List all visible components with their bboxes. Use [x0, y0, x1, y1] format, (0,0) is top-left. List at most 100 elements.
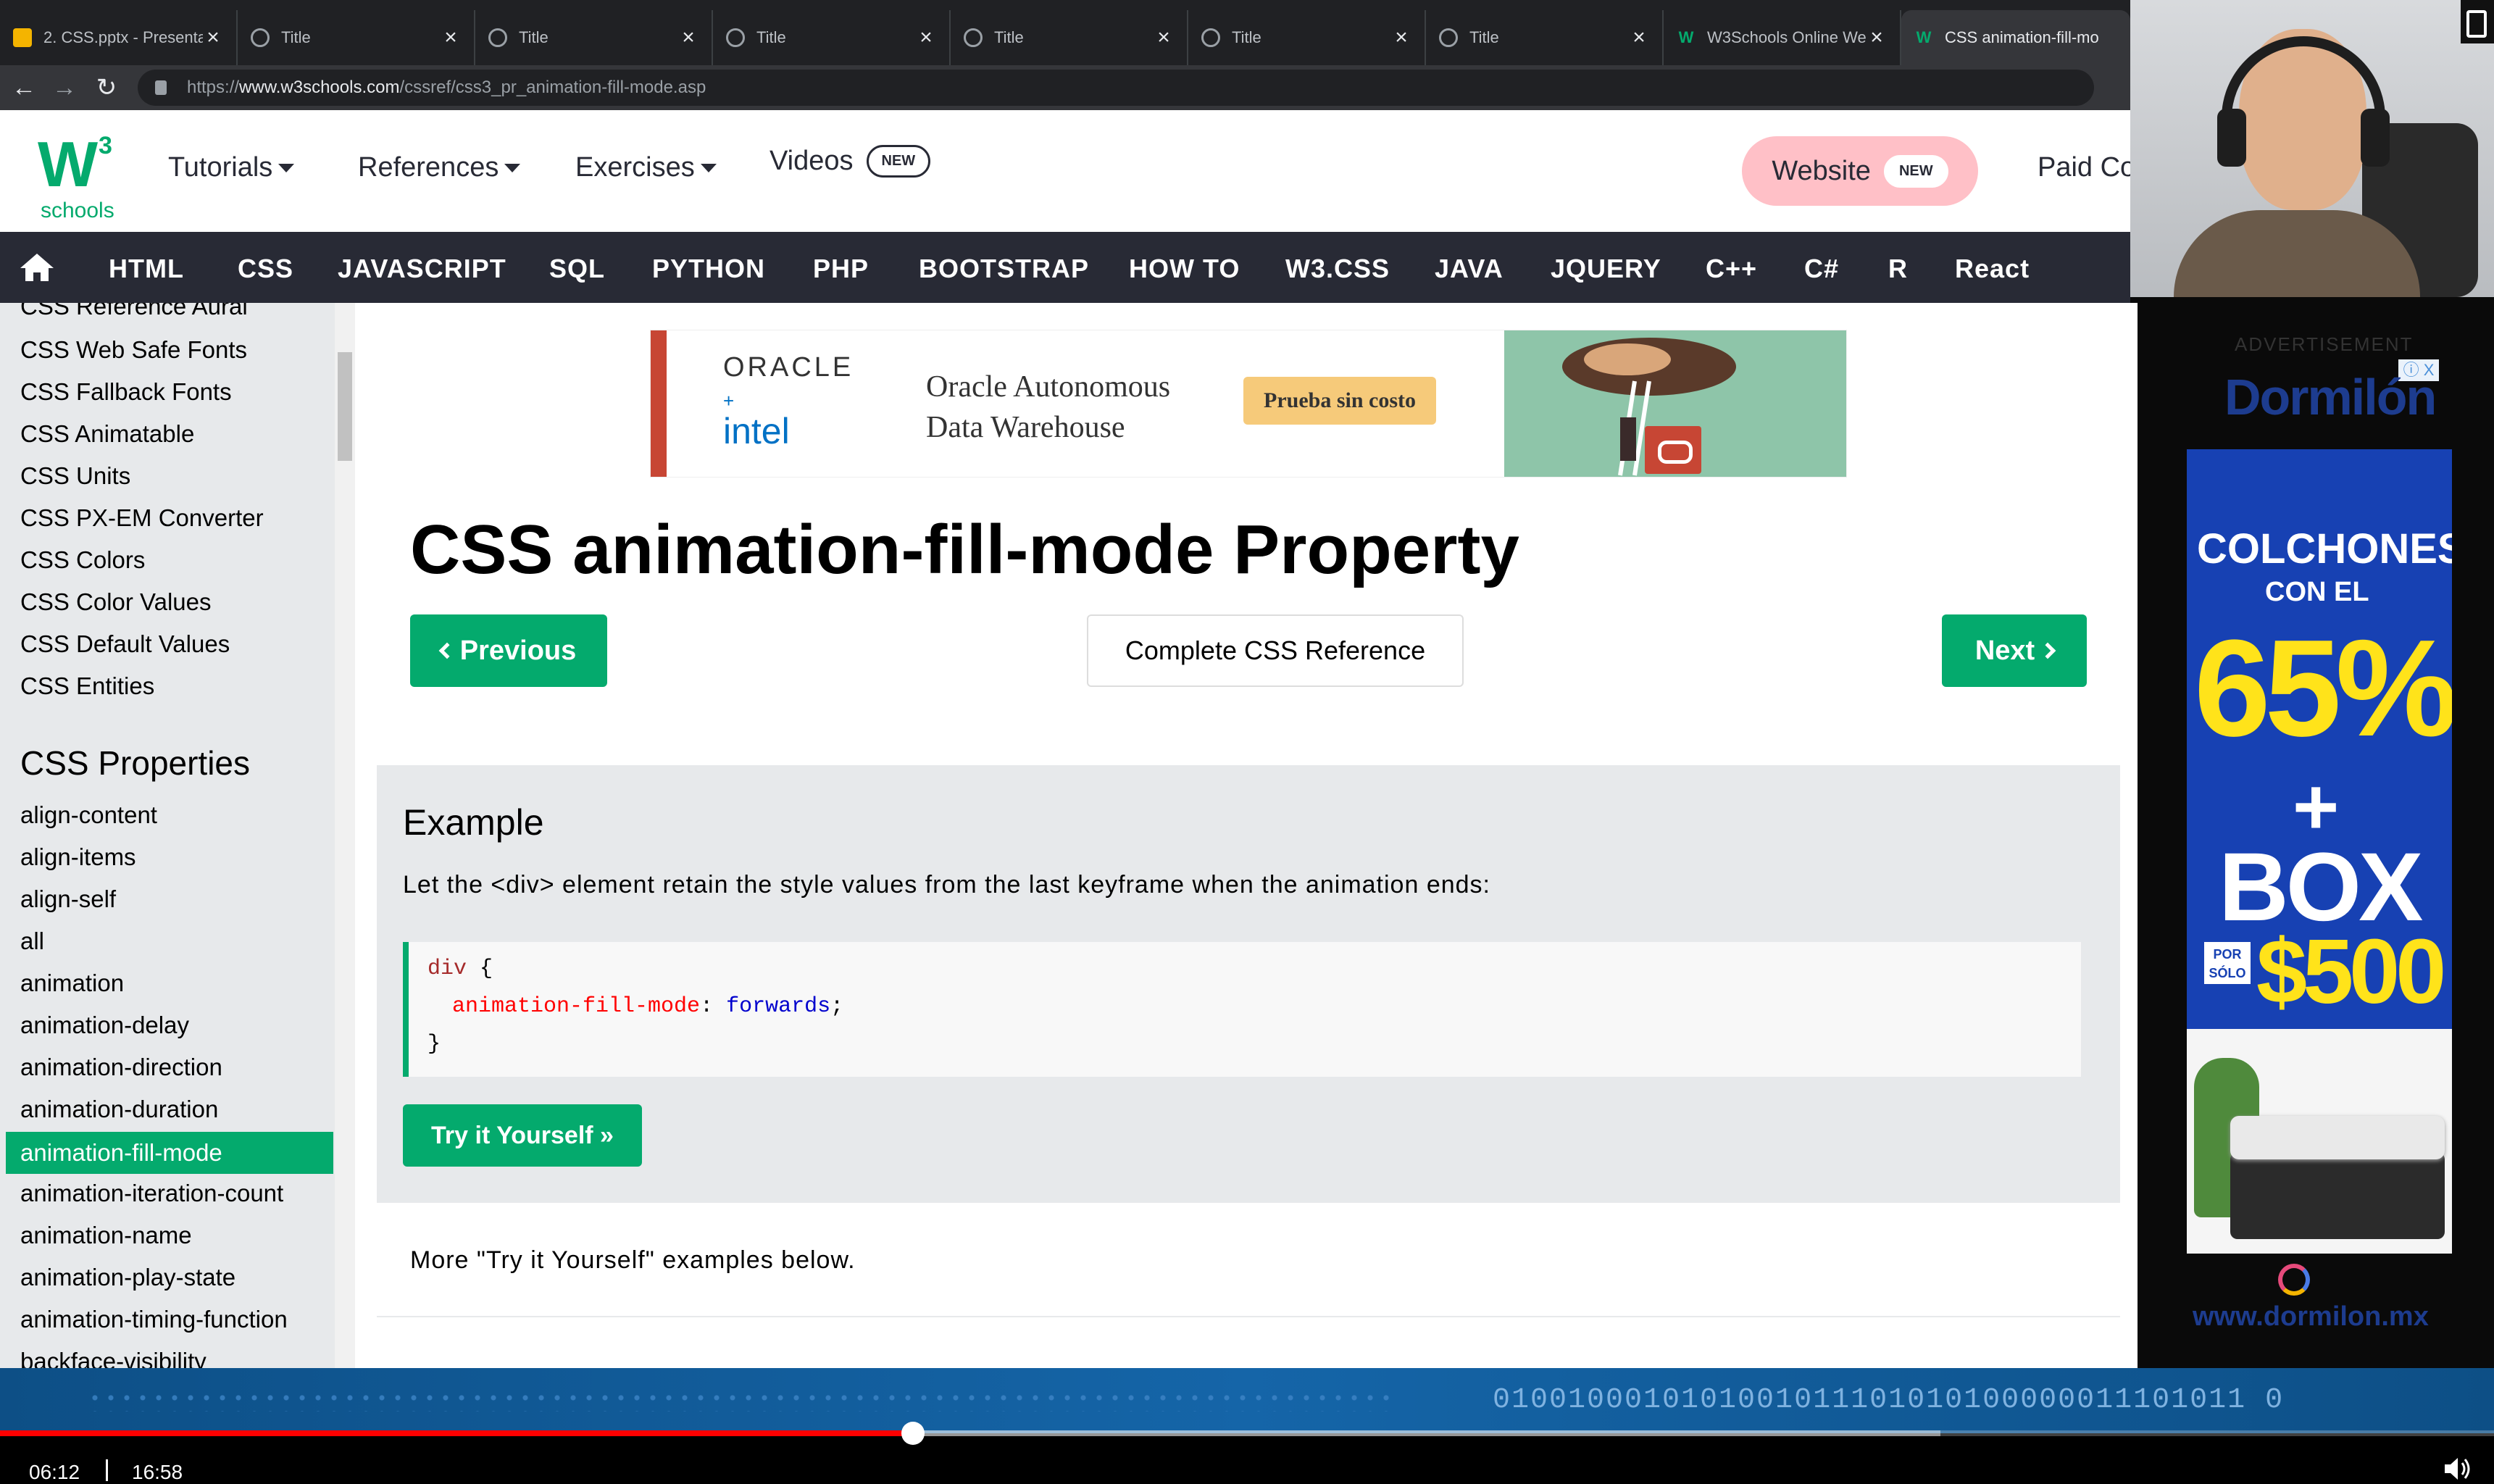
w3schools-logo[interactable]: W 3 schools: [38, 132, 117, 223]
browser-tab[interactable]: Title ×: [951, 10, 1188, 65]
close-icon[interactable]: ×: [678, 25, 698, 50]
sidebar-item[interactable]: animation-timing-function: [20, 1306, 288, 1333]
browser-tab-active[interactable]: W CSS animation-fill-mo: [1901, 10, 2130, 65]
sidebar-item[interactable]: CSS PX-EM Converter: [20, 504, 264, 532]
scrollbar-thumb[interactable]: [338, 352, 352, 461]
nav-react[interactable]: React: [1955, 254, 2030, 284]
home-icon[interactable]: [19, 252, 55, 283]
sidebar-item[interactable]: CSS Web Safe Fonts: [20, 336, 247, 364]
sidebar-item[interactable]: animation-iteration-count: [20, 1180, 283, 1207]
sidebar-item[interactable]: align-content: [20, 801, 157, 829]
forward-arrow-icon[interactable]: →: [49, 72, 80, 103]
sidebar-item[interactable]: CSS Default Values: [20, 630, 230, 658]
dormilon-logo[interactable]: Dormilón: [2224, 368, 2437, 426]
nav-w3css[interactable]: W3.CSS: [1285, 254, 1390, 284]
close-icon[interactable]: ×: [441, 25, 461, 50]
sidebar-item[interactable]: align-self: [20, 885, 116, 913]
dormilon-ad[interactable]: COLCHONES CON EL 65% + BOX POR SÓLO $500: [2187, 449, 2452, 1254]
nav-cpp[interactable]: C++: [1706, 254, 1757, 284]
nav-how-to[interactable]: HOW TO: [1129, 254, 1240, 284]
sidebar-item[interactable]: CSS Units: [20, 462, 130, 490]
sidebar-item[interactable]: CSS Animatable: [20, 420, 194, 448]
nav-java[interactable]: JAVA: [1435, 254, 1504, 284]
ad-url[interactable]: www.dormilon.mx: [2193, 1301, 2429, 1333]
sidebar-item[interactable]: CSS Reference Aural: [20, 303, 248, 320]
sidebar-item[interactable]: CSS Colors: [20, 546, 145, 574]
close-icon[interactable]: ×: [1154, 25, 1174, 50]
decorative-dots: [87, 1390, 1391, 1412]
menu-videos[interactable]: Videos NEW: [770, 145, 931, 178]
sidebar-item[interactable]: CSS Color Values: [20, 588, 212, 616]
nav-r[interactable]: R: [1888, 254, 1908, 284]
previous-button[interactable]: Previous: [410, 614, 607, 687]
sidebar-item[interactable]: CSS Fallback Fonts: [20, 378, 232, 406]
ad-price: $500: [2256, 920, 2446, 1022]
browser-tab[interactable]: Title ×: [1188, 10, 1426, 65]
sidebar-item[interactable]: align-items: [20, 843, 136, 871]
oracle-ad-banner[interactable]: ORACLE + intel Oracle Autonomous Data Wa…: [651, 330, 1846, 477]
menu-references[interactable]: References: [358, 152, 521, 183]
sidebar-item[interactable]: animation: [20, 970, 124, 997]
sidebar-item[interactable]: backface-visibility: [20, 1348, 207, 1368]
try-it-yourself-button[interactable]: Try it Yourself »: [403, 1104, 642, 1167]
example-description: Let the <div> element retain the style v…: [403, 871, 1490, 899]
url-input[interactable]: https://www.w3schools.com/cssref/css3_pr…: [138, 70, 2094, 106]
top-nav: HTML CSS JAVASCRIPT SQL PYTHON PHP BOOTS…: [0, 232, 2130, 303]
paid-courses-link[interactable]: Paid Co: [2038, 152, 2135, 183]
next-button[interactable]: Next: [1942, 614, 2087, 687]
screen: 2. CSS.pptx - Presenta × Title × Title ×…: [0, 0, 2494, 1484]
tab-label: Title: [1232, 28, 1261, 46]
nav-javascript[interactable]: JAVASCRIPT: [338, 254, 506, 284]
sidebar-item-active[interactable]: animation-fill-mode: [6, 1132, 333, 1174]
progress-scrubber[interactable]: [901, 1422, 925, 1445]
close-icon[interactable]: ×: [1391, 25, 1411, 50]
code-block: div { animation-fill-mode: forwards; }: [403, 942, 2081, 1077]
tab-label: Title: [994, 28, 1024, 46]
sidebar-item[interactable]: animation-play-state: [20, 1264, 235, 1291]
current-time: 06:12: [29, 1461, 80, 1483]
new-badge: NEW: [1883, 154, 1948, 188]
nav-php[interactable]: PHP: [813, 254, 869, 284]
volume-icon[interactable]: [2443, 1456, 2472, 1481]
back-arrow-icon[interactable]: ←: [9, 72, 39, 103]
browser-tab[interactable]: 2. CSS.pptx - Presenta ×: [0, 10, 238, 65]
divider: [377, 1316, 2120, 1317]
nav-csharp[interactable]: C#: [1804, 254, 1839, 284]
nav-python[interactable]: PYTHON: [652, 254, 765, 284]
browser-tab[interactable]: Title ×: [238, 10, 475, 65]
new-badge: NEW: [866, 145, 931, 178]
close-icon[interactable]: ×: [916, 25, 936, 50]
browser-tab[interactable]: Title ×: [713, 10, 951, 65]
more-examples-text: More "Try it Yourself" examples below.: [410, 1246, 856, 1274]
browser-tab[interactable]: Title ×: [475, 10, 713, 65]
ad-cta-button[interactable]: Prueba sin costo: [1243, 377, 1436, 425]
nav-jquery[interactable]: JQUERY: [1551, 254, 1661, 284]
browser-tab[interactable]: Title ×: [1426, 10, 1664, 65]
nav-html[interactable]: HTML: [109, 254, 184, 284]
sidebar-item[interactable]: animation-name: [20, 1222, 192, 1249]
nav-sql[interactable]: SQL: [549, 254, 605, 284]
example-heading: Example: [403, 802, 544, 843]
sidebar-item[interactable]: all: [20, 928, 44, 955]
nav-bootstrap[interactable]: BOOTSTRAP: [919, 254, 1089, 284]
close-icon[interactable]: ×: [1867, 25, 1887, 50]
binary-text: 0100100010101001011101010100000011101011…: [1493, 1384, 2285, 1417]
sidebar-item[interactable]: CSS Entities: [20, 672, 154, 700]
menu-tutorials[interactable]: Tutorials: [168, 152, 295, 183]
browser-tab[interactable]: W W3Schools Online We ×: [1664, 10, 1901, 65]
close-icon[interactable]: ×: [203, 25, 223, 50]
globe-icon: [964, 28, 983, 47]
code-line: animation-fill-mode: forwards;: [452, 994, 844, 1019]
nav-css[interactable]: CSS: [238, 254, 293, 284]
complete-css-reference-button[interactable]: Complete CSS Reference: [1087, 614, 1464, 687]
sidebar-item[interactable]: animation-delay: [20, 1012, 189, 1039]
menu-exercises[interactable]: Exercises: [575, 152, 717, 183]
sidebar-scrollbar[interactable]: [335, 303, 355, 1368]
close-icon[interactable]: ×: [1629, 25, 1649, 50]
sidebar-item[interactable]: animation-direction: [20, 1054, 222, 1081]
globe-icon: [251, 28, 270, 47]
sidebar-item[interactable]: animation-duration: [20, 1096, 218, 1123]
reload-icon[interactable]: ↻: [91, 72, 122, 103]
website-button[interactable]: Website NEW: [1742, 136, 1978, 206]
w3-icon: W: [1678, 28, 1694, 46]
